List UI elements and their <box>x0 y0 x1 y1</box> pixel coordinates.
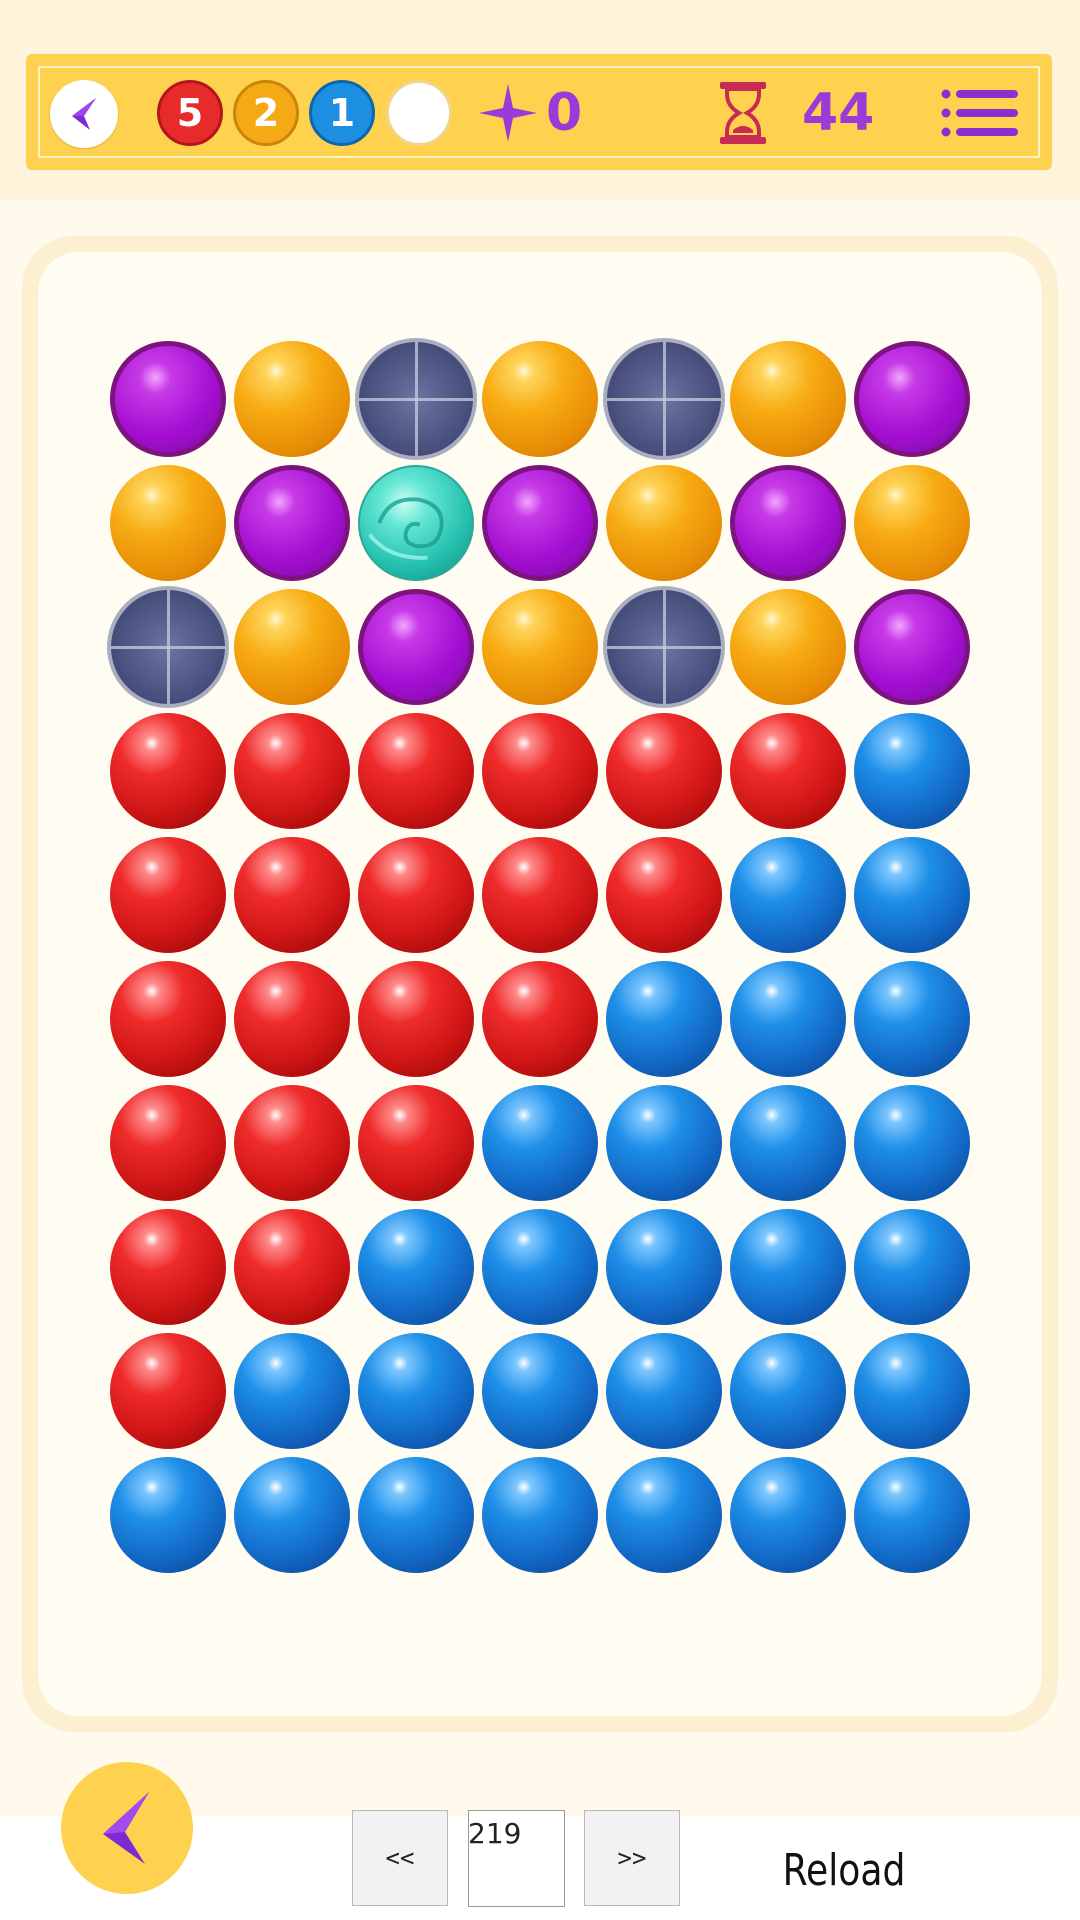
blue-ball[interactable] <box>854 1457 970 1573</box>
hourglass-icon <box>720 82 766 144</box>
red-ball[interactable] <box>110 1333 226 1449</box>
block-ball[interactable] <box>603 338 725 460</box>
orange-ball[interactable] <box>110 465 226 581</box>
blue-ball[interactable] <box>730 1209 846 1325</box>
red-ball[interactable] <box>110 961 226 1077</box>
orange-ball[interactable] <box>606 465 722 581</box>
purple-ball[interactable] <box>854 341 970 457</box>
blue-ball[interactable] <box>606 1457 722 1573</box>
purple-ball[interactable] <box>482 465 598 581</box>
blue-ball[interactable] <box>110 1457 226 1573</box>
blue-ball[interactable] <box>358 1457 474 1573</box>
red-ball[interactable] <box>358 837 474 953</box>
purple-ball[interactable] <box>234 465 350 581</box>
red-ball[interactable] <box>482 713 598 829</box>
red-target-counter: 5 <box>157 80 223 146</box>
blue-ball[interactable] <box>606 961 722 1077</box>
red-ball[interactable] <box>110 713 226 829</box>
block-ball[interactable] <box>107 586 229 708</box>
red-ball[interactable] <box>358 1085 474 1201</box>
red-ball[interactable] <box>110 1209 226 1325</box>
blue-ball[interactable] <box>606 1209 722 1325</box>
blue-ball[interactable] <box>234 1457 350 1573</box>
blue-ball[interactable] <box>482 1333 598 1449</box>
blue-ball[interactable] <box>730 1457 846 1573</box>
blue-ball[interactable] <box>854 1209 970 1325</box>
red-ball[interactable] <box>482 837 598 953</box>
purple-ball[interactable] <box>110 341 226 457</box>
red-ball[interactable] <box>234 837 350 953</box>
menu-icon[interactable] <box>940 88 1020 138</box>
red-ball[interactable] <box>234 961 350 1077</box>
reload-button[interactable]: Reload <box>783 1836 906 1906</box>
red-ball[interactable] <box>606 713 722 829</box>
red-ball[interactable] <box>606 837 722 953</box>
blue-ball[interactable] <box>358 1333 474 1449</box>
red-ball[interactable] <box>234 713 350 829</box>
red-ball[interactable] <box>234 1085 350 1201</box>
blue-ball[interactable] <box>854 961 970 1077</box>
timer-value: 44 <box>802 83 875 143</box>
red-ball[interactable] <box>234 1209 350 1325</box>
orange-ball[interactable] <box>730 341 846 457</box>
blue-target-counter: 1 <box>309 80 375 146</box>
next-level-button[interactable]: >> <box>584 1810 680 1906</box>
red-ball[interactable] <box>110 837 226 953</box>
blue-ball[interactable] <box>854 837 970 953</box>
orange-ball[interactable] <box>482 341 598 457</box>
blue-ball[interactable] <box>730 1085 846 1201</box>
star-icon <box>479 84 537 142</box>
teal-ball[interactable] <box>358 465 474 581</box>
red-ball[interactable] <box>110 1085 226 1201</box>
red-ball[interactable] <box>482 961 598 1077</box>
orange-target-counter: 2 <box>233 80 299 146</box>
orange-ball[interactable] <box>234 589 350 705</box>
orange-ball[interactable] <box>854 465 970 581</box>
orange-ball[interactable] <box>482 589 598 705</box>
blue-ball[interactable] <box>358 1209 474 1325</box>
chevron-left-icon <box>103 1792 149 1864</box>
blue-ball[interactable] <box>606 1333 722 1449</box>
back-button[interactable] <box>61 1762 193 1894</box>
block-ball[interactable] <box>603 586 725 708</box>
blue-ball[interactable] <box>606 1085 722 1201</box>
hud-back-button[interactable] <box>50 80 118 148</box>
previous-level-button[interactable]: << <box>352 1810 448 1906</box>
blue-ball[interactable] <box>730 961 846 1077</box>
purple-ball[interactable] <box>358 589 474 705</box>
blue-ball[interactable] <box>482 1457 598 1573</box>
purple-ball[interactable] <box>854 589 970 705</box>
block-ball[interactable] <box>355 338 477 460</box>
blue-ball[interactable] <box>854 713 970 829</box>
blue-ball[interactable] <box>482 1209 598 1325</box>
red-ball[interactable] <box>730 713 846 829</box>
star-count: 0 <box>546 83 583 143</box>
blue-ball[interactable] <box>234 1333 350 1449</box>
orange-ball[interactable] <box>234 341 350 457</box>
blue-ball[interactable] <box>854 1085 970 1201</box>
red-ball[interactable] <box>358 961 474 1077</box>
chevron-left-icon <box>72 98 96 130</box>
purple-ball[interactable] <box>730 465 846 581</box>
white-target-counter <box>386 80 452 146</box>
red-ball[interactable] <box>358 713 474 829</box>
orange-ball[interactable] <box>730 589 846 705</box>
blue-ball[interactable] <box>730 837 846 953</box>
blue-ball[interactable] <box>482 1085 598 1201</box>
blue-ball[interactable] <box>730 1333 846 1449</box>
level-number-input[interactable]: 219 <box>468 1810 565 1907</box>
blue-ball[interactable] <box>854 1333 970 1449</box>
